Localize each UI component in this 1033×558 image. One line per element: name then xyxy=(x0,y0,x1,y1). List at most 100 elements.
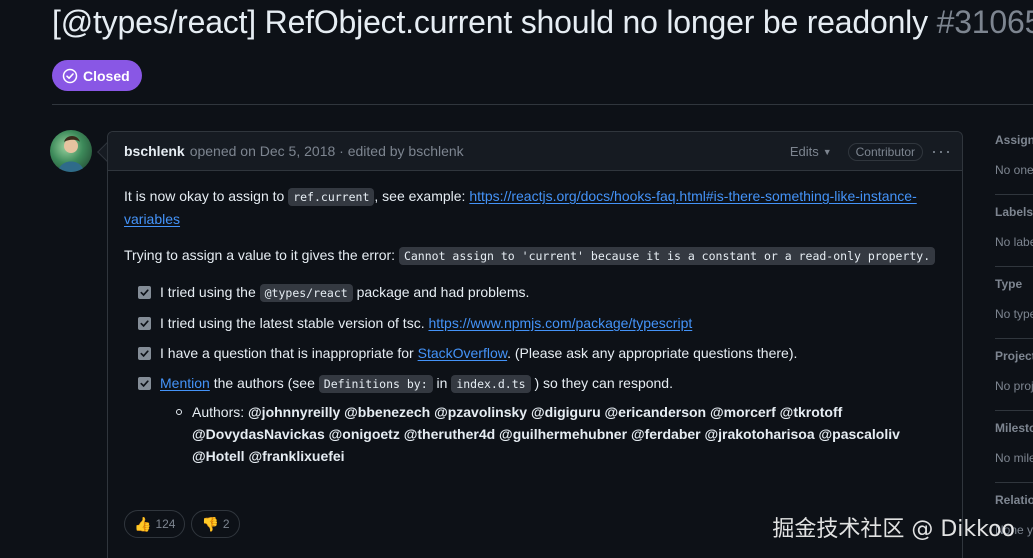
task-text-part: I tried using the xyxy=(160,284,256,300)
kebab-menu-icon[interactable]: ··· xyxy=(931,141,952,162)
checkmark-icon xyxy=(140,320,149,328)
authors-label: Authors: xyxy=(192,404,245,420)
sidebar-value: No projects xyxy=(995,379,1033,393)
issue-sidebar: Assignees No one Labels No labels Type No typ… xyxy=(995,131,1033,558)
avatar[interactable] xyxy=(50,130,92,172)
author-mention[interactable]: @digiguru xyxy=(531,404,601,420)
thumbs-up-icon: 👍 xyxy=(134,516,152,532)
author-mention[interactable]: @tkrotoff xyxy=(780,404,843,420)
task-text-part: ) so they can respond. xyxy=(534,375,673,391)
stackoverflow-link[interactable]: StackOverflow xyxy=(418,345,507,361)
task-text-part: I tried using the latest stable version … xyxy=(160,315,425,331)
sidebar-heading[interactable]: Milestone xyxy=(995,421,1033,435)
paragraph-intro: It is now okay to assign to ref.current,… xyxy=(124,185,946,230)
chevron-down-icon: ▼ xyxy=(822,146,832,157)
author-mention[interactable]: @ericanderson xyxy=(605,404,707,420)
author-mention[interactable]: @guilhermehubner xyxy=(499,426,627,442)
checkbox[interactable] xyxy=(138,347,151,360)
author-mention[interactable]: @DovydasNavickas xyxy=(192,426,325,442)
reaction-count: 124 xyxy=(155,517,176,531)
authors-list: Authors: @johnnyreilly @bbenezech @pzavo… xyxy=(176,401,946,467)
task-text: Mention the authors (see Definitions by:… xyxy=(160,372,673,395)
typescript-link[interactable]: https://www.npmjs.com/package/typescript xyxy=(428,315,692,331)
sidebar-heading[interactable]: Labels xyxy=(995,205,1033,219)
sidebar-section: Assignees No one xyxy=(995,131,1033,203)
intro-text-2: , see example: xyxy=(374,188,466,204)
edits-dropdown[interactable]: Edits ▼ xyxy=(790,144,832,159)
sidebar-section: Labels No labels xyxy=(995,203,1033,275)
task-item: I have a question that is inappropriate … xyxy=(138,342,946,364)
sidebar-divider xyxy=(995,338,1033,339)
comment-body: It is now okay to assign to ref.current,… xyxy=(108,171,962,538)
status-badge: Closed xyxy=(52,60,142,91)
error-code: Cannot assign to 'current' because it is… xyxy=(398,247,936,265)
reactions-bar: 👍 124 👎 2 xyxy=(124,510,240,538)
inline-code: index.d.ts xyxy=(451,375,531,393)
issue-number: #31065 xyxy=(936,4,1033,40)
paragraph-error: Trying to assign a value to it gives the… xyxy=(124,244,946,267)
issue-title-text: [@types/react] RefObject.current should … xyxy=(52,4,928,40)
author-mention[interactable]: @morcerf xyxy=(710,404,776,420)
edits-label: Edits xyxy=(789,144,819,159)
task-item: I tried using the latest stable version … xyxy=(138,312,946,334)
author-mention[interactable]: @onigoetz xyxy=(329,426,400,442)
inline-code: ref.current xyxy=(288,188,375,206)
sidebar-divider xyxy=(995,194,1033,195)
sidebar-divider xyxy=(995,266,1033,267)
sidebar-value: No labels xyxy=(995,235,1033,249)
thumbs-down-icon: 👎 xyxy=(201,516,219,532)
author-mention[interactable]: @pzavolinsky xyxy=(434,404,527,420)
authors-text: Authors: @johnnyreilly @bbenezech @pzavo… xyxy=(192,401,946,467)
reaction-count: 2 xyxy=(222,517,230,531)
task-list: I tried using the @types/react package a… xyxy=(138,281,946,395)
task-text: I have a question that is inappropriate … xyxy=(160,342,797,364)
sidebar-section: Projects No projects xyxy=(995,347,1033,419)
role-badge: Contributor xyxy=(847,142,924,161)
watermark: 掘金技术社区 @ Dikkoo xyxy=(772,517,1015,542)
bullet-icon xyxy=(176,409,182,415)
author-mention[interactable]: @ferdaber xyxy=(631,426,701,442)
sidebar-divider xyxy=(995,410,1033,411)
sidebar-heading[interactable]: Relationships xyxy=(995,493,1033,507)
task-text-part: I have a question that is inappropriate … xyxy=(160,345,414,361)
sidebar-heading[interactable]: Projects xyxy=(995,349,1033,363)
author-mention[interactable]: @theruther4d xyxy=(404,426,495,442)
error-intro-text: Trying to assign a value to it gives the… xyxy=(124,247,396,263)
sidebar-section: Type No type xyxy=(995,275,1033,347)
author-mention[interactable]: @Hotell xyxy=(192,448,245,464)
comment-author[interactable]: bschlenk xyxy=(124,143,185,159)
task-item: Mention the authors (see Definitions by:… xyxy=(138,372,946,395)
task-text-part: . (Please ask any appropriate questions … xyxy=(507,345,798,361)
checkbox[interactable] xyxy=(138,286,151,299)
task-text: I tried using the @types/react package a… xyxy=(160,281,529,304)
task-item: I tried using the @types/react package a… xyxy=(138,281,946,304)
mention-link[interactable]: Mention xyxy=(160,375,210,391)
checkbox[interactable] xyxy=(138,317,151,330)
reaction-thumbs-down[interactable]: 👎 2 xyxy=(191,510,240,538)
checkmark-icon xyxy=(140,350,149,358)
author-mention[interactable]: @johnnyreilly xyxy=(248,404,340,420)
checkbox[interactable] xyxy=(138,377,151,390)
comment-meta: opened on Dec 5, 2018 · edited by bschle… xyxy=(189,143,464,159)
task-text-part: in xyxy=(436,375,448,391)
sidebar-divider xyxy=(995,482,1033,483)
check-circle-icon xyxy=(62,68,78,83)
issue-title: [@types/react] RefObject.current should … xyxy=(52,4,1033,41)
author-mention[interactable]: @bbenezech xyxy=(344,404,430,420)
issue-comment: bschlenk opened on Dec 5, 2018 · edited … xyxy=(107,131,963,558)
inline-code: Definitions by: xyxy=(318,375,433,393)
sidebar-section: Milestone No milestone xyxy=(995,419,1033,491)
reaction-thumbs-up[interactable]: 👍 124 xyxy=(124,510,186,538)
header-divider xyxy=(52,104,1033,105)
sidebar-value: No milestone xyxy=(995,451,1033,465)
author-mention[interactable]: @franklixuefei xyxy=(248,448,344,464)
task-text-part: the authors (see xyxy=(213,375,315,391)
intro-text: It is now okay to assign to xyxy=(124,188,285,204)
inline-code: @types/react xyxy=(259,284,353,302)
sidebar-heading[interactable]: Assignees xyxy=(995,133,1033,147)
author-mention[interactable]: @pascaloliv xyxy=(819,426,900,442)
checkmark-icon xyxy=(140,380,149,388)
author-mention[interactable]: @jrakotoharisoa xyxy=(705,426,815,442)
sidebar-heading[interactable]: Type xyxy=(995,277,1022,291)
status-label: Closed xyxy=(83,67,130,84)
